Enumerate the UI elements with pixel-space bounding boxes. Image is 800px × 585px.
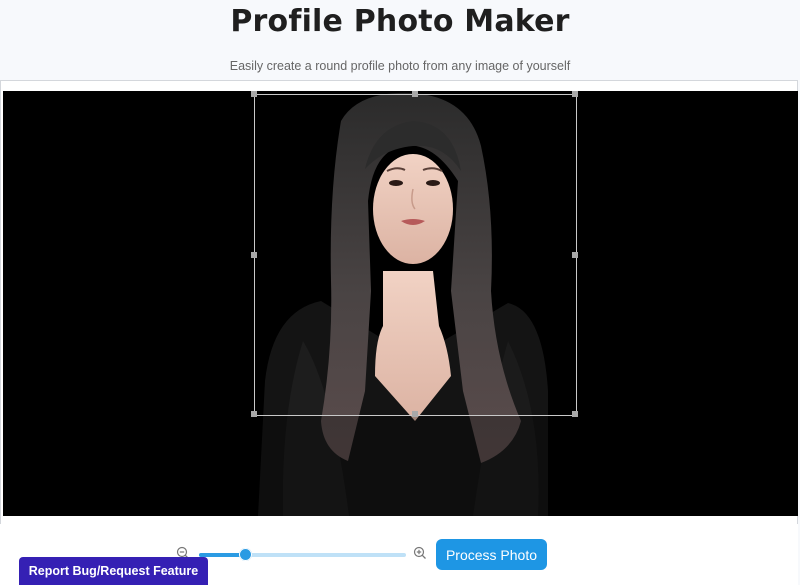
crop-handle-bottom-right[interactable]	[572, 411, 578, 417]
process-photo-button[interactable]: Process Photo	[436, 539, 547, 570]
page-title: Profile Photo Maker	[230, 4, 570, 39]
crop-handle-top-right[interactable]	[572, 91, 578, 97]
crop-handle-top-left[interactable]	[251, 91, 257, 97]
crop-handle-bottom-left[interactable]	[251, 411, 257, 417]
page-subtitle: Easily create a round profile photo from…	[229, 59, 571, 73]
crop-handle-right[interactable]	[572, 252, 578, 258]
crop-box[interactable]	[251, 91, 578, 417]
crop-mask-left	[3, 91, 254, 516]
report-bug-button[interactable]: Report Bug/Request Feature	[19, 557, 208, 585]
crop-handle-top[interactable]	[412, 91, 418, 97]
crop-handle-left[interactable]	[251, 252, 257, 258]
crop-mask-bottom	[254, 416, 577, 516]
zoom-slider-thumb[interactable]	[239, 548, 252, 561]
crop-handle-bottom[interactable]	[412, 411, 418, 417]
crop-mask-right	[577, 91, 798, 516]
zoom-in-icon[interactable]	[413, 546, 427, 560]
page-header: Profile Photo Maker Easily create a roun…	[0, 0, 800, 80]
